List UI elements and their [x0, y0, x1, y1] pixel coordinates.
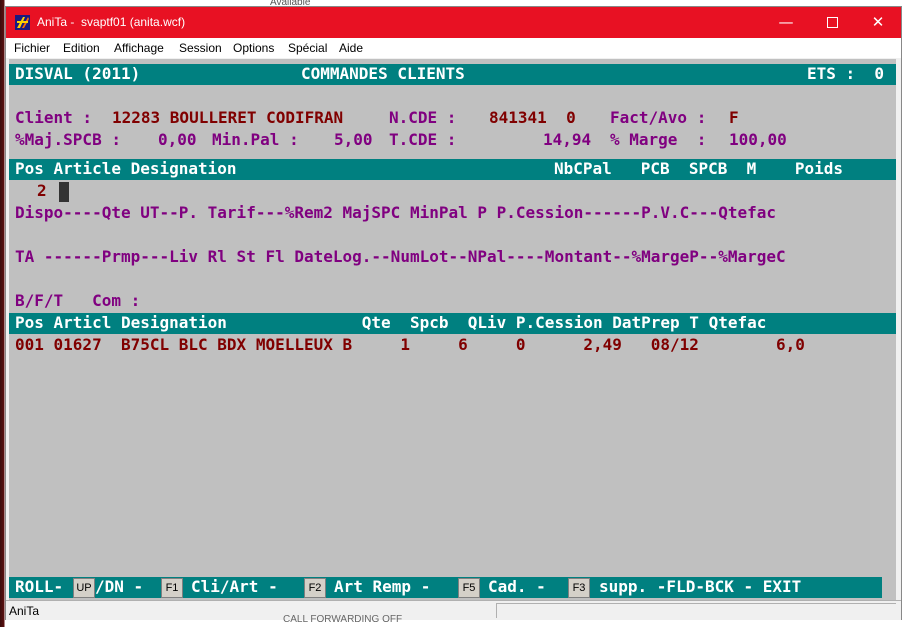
fact-avo-label: Fact/Avo :	[610, 108, 707, 127]
ncde-label: N.CDE :	[389, 108, 457, 127]
footer-f5-label: Cad. -	[488, 577, 546, 596]
article-header-right: NbCPal PCB SPCB M Poids	[554, 159, 843, 178]
article-header-left: Pos Article Designation	[15, 159, 237, 178]
text-cursor	[59, 182, 69, 202]
menu-session[interactable]: Session	[179, 41, 222, 55]
f2-key-button[interactable]: F2	[304, 578, 326, 598]
title-bar[interactable]: AniTa - svaptf01 (anita.wcf) — ✕	[6, 7, 901, 38]
menu-fichier[interactable]: Fichier	[14, 41, 50, 55]
up-key-button[interactable]: UP	[73, 578, 95, 598]
client-value[interactable]: 12283 BOULLERET CODIFRAN	[112, 107, 343, 129]
f3-key-button[interactable]: F3	[568, 578, 590, 598]
header-ets: ETS : 0	[807, 64, 885, 83]
menu-affichage[interactable]: Affichage	[114, 41, 164, 55]
menu-special[interactable]: Spécial	[288, 41, 327, 55]
call-forwarding-text: CALL FORWARDING OFF	[283, 614, 403, 625]
table-row[interactable]: 001 01627 B75CL BLC BDX MOELLEUX B 1 6 0…	[15, 334, 805, 356]
footer-f1-label: Cli/Art -	[191, 577, 278, 596]
ncde-value[interactable]: 841341 0	[489, 107, 576, 129]
maximize-button[interactable]	[809, 7, 855, 38]
minpal-value: 5,00	[334, 130, 373, 149]
majspcb-label: %Maj.SPCB :	[15, 130, 121, 149]
bft-com-row: B/F/T Com :	[15, 291, 141, 310]
pos-value[interactable]: 2	[37, 180, 47, 202]
marge-value: 100,00	[729, 130, 787, 149]
menu-options[interactable]: Options	[233, 41, 274, 55]
ta-fields-row: TA ------Prmp---Liv Rl St Fl DateLog.--N…	[15, 247, 786, 266]
terminal-screen[interactable]: DISVAL (2011) COMMANDES CLIENTS ETS : 0 …	[9, 59, 896, 601]
app-window: AniTa - svaptf01 (anita.wcf) — ✕ Fichier…	[5, 6, 902, 620]
minimize-button[interactable]: —	[763, 7, 809, 38]
window-title: AniTa - svaptf01 (anita.wcf)	[37, 15, 186, 29]
status-text: AniTa	[9, 604, 40, 618]
minimize-icon: —	[778, 13, 794, 31]
maximize-icon	[826, 17, 838, 28]
tcde-value: 14,94	[543, 130, 592, 149]
close-button[interactable]: ✕	[855, 7, 901, 38]
table-header: Pos Articl Designation Qte Spcb QLiv P.C…	[15, 313, 767, 332]
client-label: Client :	[15, 108, 93, 127]
status-cell	[496, 603, 896, 618]
footer-f2-label: Art Remp -	[334, 577, 431, 596]
fact-avo-value[interactable]: F	[729, 107, 739, 129]
menu-edition[interactable]: Edition	[63, 41, 100, 55]
minpal-label: Min.Pal :	[212, 130, 299, 149]
header-title: COMMANDES CLIENTS	[301, 64, 465, 83]
dispo-fields-row: Dispo----Qte UT--P. Tarif---%Rem2 MajSPC…	[15, 203, 776, 222]
background-taskbar-text: CALL FORWARDING OFF	[205, 612, 505, 627]
majspcb-value: 0,00	[158, 130, 197, 149]
f1-key-button[interactable]: F1	[161, 578, 183, 598]
close-icon: ✕	[871, 13, 885, 31]
anita-app-icon	[15, 15, 30, 30]
marge-label: % Marge :	[610, 130, 707, 149]
menu-aide[interactable]: Aide	[339, 41, 363, 55]
f5-key-button[interactable]: F5	[458, 578, 480, 598]
footer-roll: ROLL-	[15, 577, 64, 596]
menu-bar: Fichier Edition Affichage Session Option…	[6, 38, 901, 58]
footer-f3-label: supp. -FLD-BCK - EXIT	[599, 577, 802, 596]
header-company: DISVAL (2011)	[15, 64, 141, 83]
footer-dn: /DN -	[95, 577, 144, 596]
tcde-label: T.CDE :	[389, 130, 457, 149]
